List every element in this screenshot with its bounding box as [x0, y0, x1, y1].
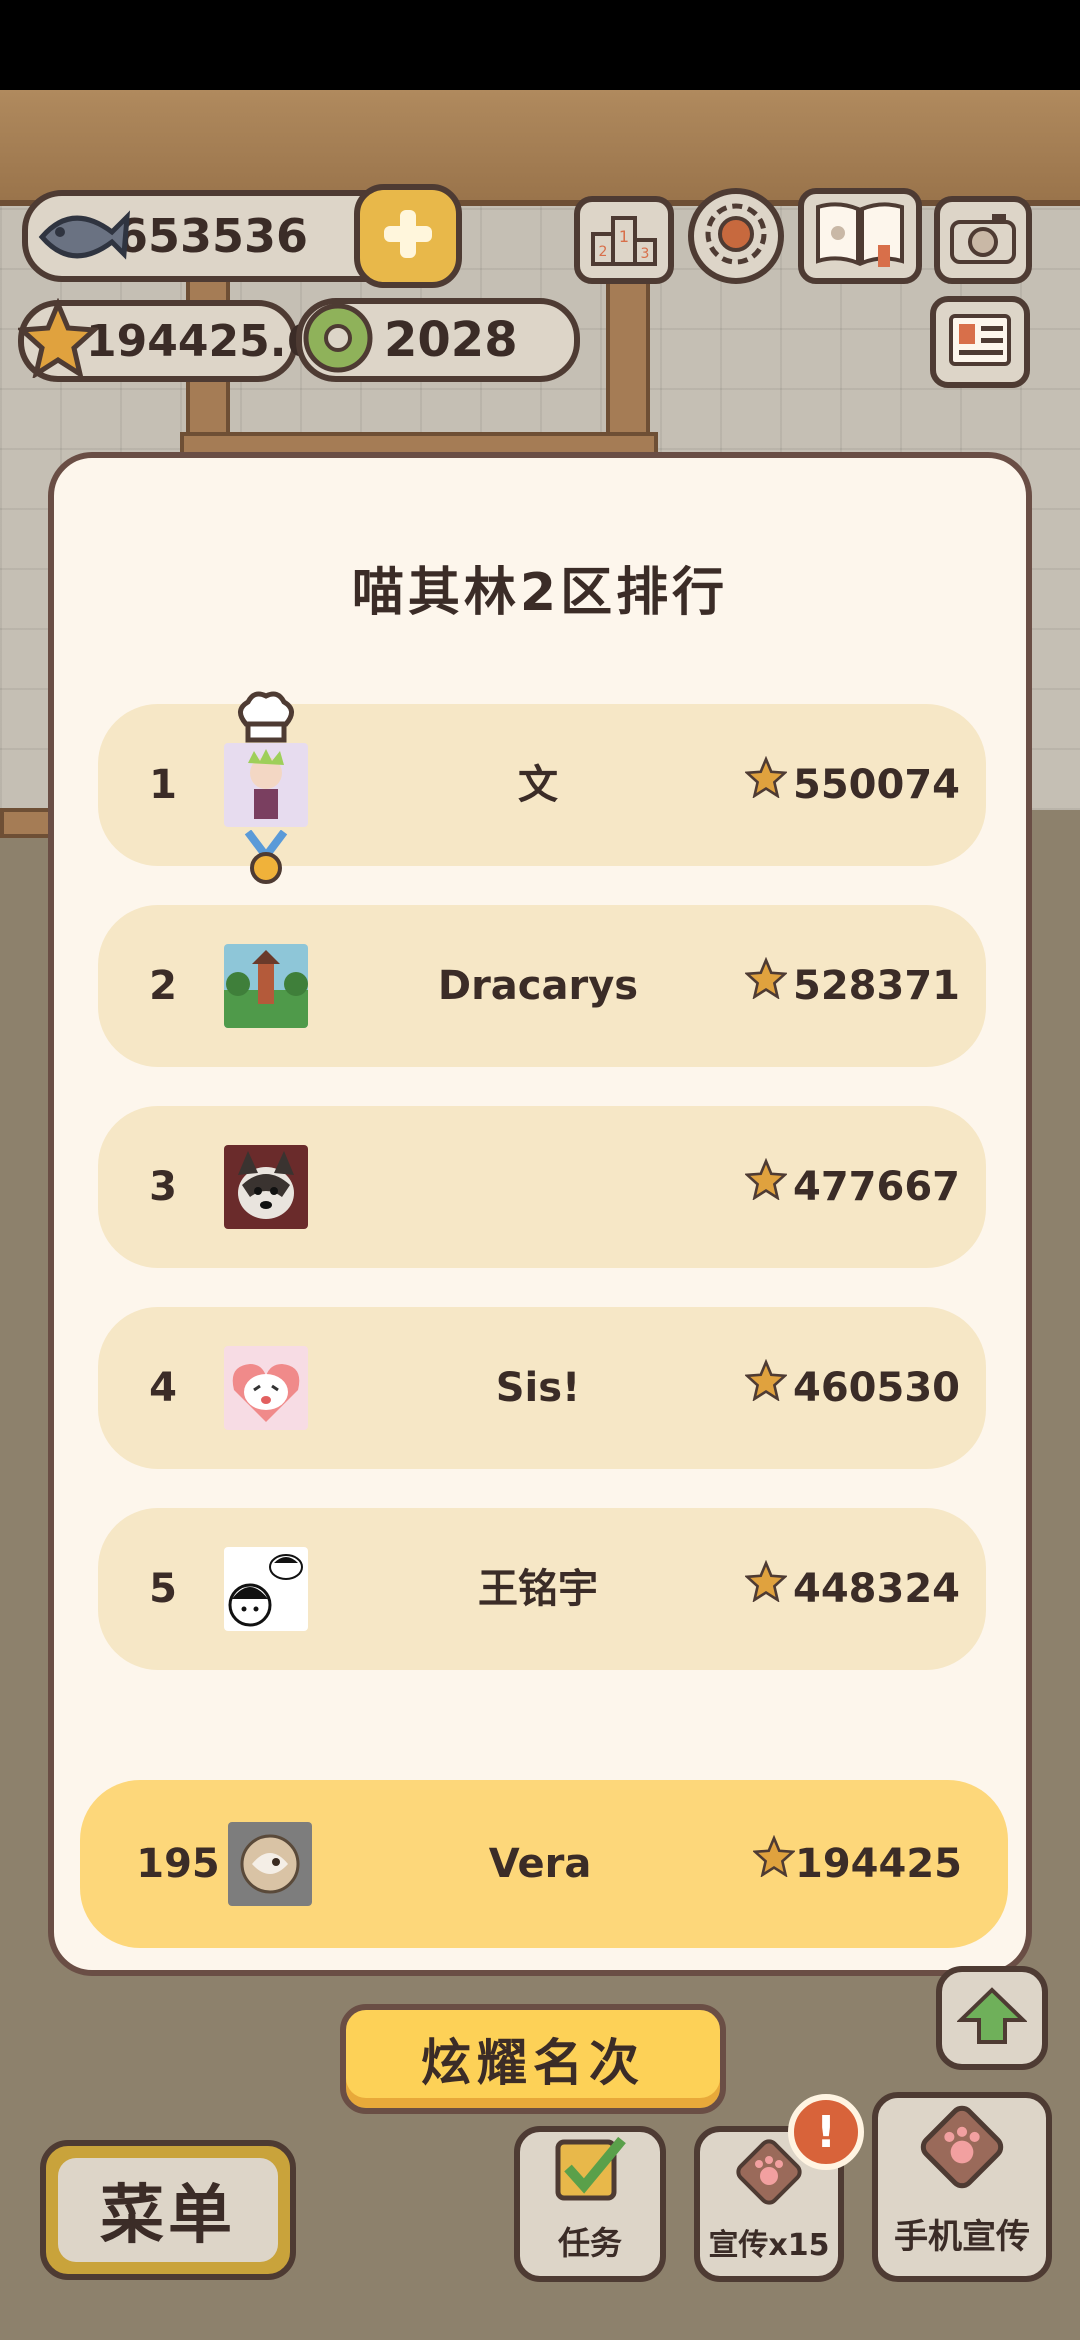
cookbook-button[interactable] — [798, 188, 922, 284]
svg-text:1: 1 — [619, 227, 629, 246]
tasks-button[interactable]: 任务 — [514, 2126, 666, 2282]
scroll-up-button[interactable] — [936, 1966, 1048, 2070]
alert-badge: ! — [788, 2094, 864, 2170]
menu-button[interactable]: 菜单 — [40, 2140, 296, 2280]
player-name: Sis! — [495, 1365, 581, 1411]
rank-number: 5 — [149, 1566, 177, 1612]
star-icon — [743, 1508, 793, 1670]
my-rank-row[interactable]: 195 Vera 194425 — [80, 1780, 1008, 1948]
ranking-row[interactable]: 2 Dracarys 528371 — [98, 905, 986, 1067]
podium-icon: 12 3 — [589, 208, 659, 272]
svg-text:2: 2 — [599, 244, 608, 260]
rank-number: 2 — [149, 963, 177, 1009]
star-icon — [743, 905, 793, 1067]
fish-icon — [32, 192, 132, 293]
token-counter: 2028 — [296, 298, 580, 382]
player-name: 王铭宇 — [478, 1566, 598, 1612]
avatar — [224, 1346, 308, 1430]
avatar — [228, 1822, 312, 1906]
player-score: 528371 — [743, 905, 960, 1067]
player-score: 550074 — [743, 704, 960, 866]
background-beam — [0, 90, 1080, 206]
leaderboard-button[interactable]: 12 3 — [574, 196, 674, 284]
checkbox-icon — [550, 2132, 630, 2212]
gear-icon — [701, 199, 771, 273]
camera-button[interactable] — [934, 196, 1032, 284]
player-score: 448324 — [743, 1508, 960, 1670]
medal-icon — [238, 829, 294, 890]
player-name: Vera — [488, 1841, 592, 1887]
star-counter: 194425.6 — [15, 297, 317, 382]
avatar — [224, 1145, 308, 1229]
player-score: 460530 — [743, 1307, 960, 1469]
ranking-row[interactable]: 5 王铭宇 448324 — [98, 1508, 986, 1670]
newspaper-icon — [945, 310, 1015, 374]
settings-button[interactable] — [688, 188, 784, 284]
book-icon — [812, 199, 908, 273]
player-name: 文 — [518, 762, 558, 808]
show-off-rank-button[interactable]: 炫耀名次 — [340, 2004, 726, 2114]
star-icon — [15, 297, 101, 389]
newspaper-button[interactable] — [930, 296, 1030, 388]
menu-label: 菜单 — [58, 2158, 278, 2262]
rank-number: 4 — [149, 1365, 177, 1411]
add-fish-button[interactable] — [354, 184, 462, 288]
player-name: Dracarys — [437, 963, 639, 1009]
star-icon — [743, 1307, 793, 1469]
paw-card-icon — [914, 2099, 1010, 2199]
svg-text:3: 3 — [641, 246, 650, 262]
chef-hat-icon — [234, 690, 298, 750]
status-bar — [0, 0, 1080, 90]
ranking-row[interactable]: 3 477667 — [98, 1106, 986, 1268]
up-arrow-icon — [956, 1986, 1028, 2050]
star-icon — [743, 1106, 793, 1268]
rank-number: 1 — [149, 762, 177, 808]
star-icon — [751, 1780, 797, 1948]
panel-title: 喵其林2区排行 — [351, 563, 729, 623]
ranking-row[interactable]: 1 文 550074 — [98, 704, 986, 866]
ranking-list[interactable]: 1 文 550074 2 Dracarys 528371 3 477667 4 … — [98, 704, 986, 1704]
player-name — [338, 1106, 738, 1268]
avatar — [224, 944, 308, 1028]
ranking-row[interactable]: 4 Sis! 460530 — [98, 1307, 986, 1469]
rank-number: 3 — [149, 1164, 177, 1210]
avatar — [224, 1547, 308, 1631]
camera-icon — [948, 208, 1018, 272]
star-icon — [743, 704, 793, 866]
phone-promote-button[interactable]: 手机宣传 — [872, 2092, 1052, 2282]
plus-icon — [378, 204, 438, 268]
avatar — [224, 743, 308, 827]
player-score: 477667 — [743, 1106, 960, 1268]
ranking-panel: 喵其林2区排行 1 文 550074 2 Dracarys 528371 3 4… — [48, 452, 1032, 1976]
player-score: 194425 — [751, 1780, 962, 1948]
donut-icon — [298, 298, 378, 390]
